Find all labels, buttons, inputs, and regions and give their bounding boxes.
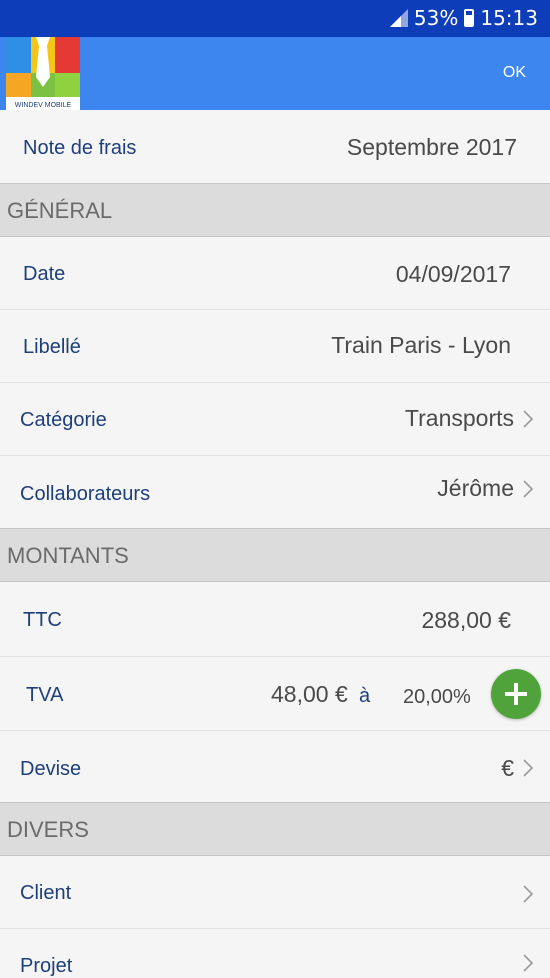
plus-icon: [505, 683, 527, 705]
signal-icon: [389, 9, 408, 27]
section-montants-title: MONTANTS: [7, 543, 129, 568]
status-indicators: 53% 15:13: [389, 6, 538, 30]
battery-percent: 53%: [413, 6, 459, 30]
chevron-right-icon: [523, 480, 534, 498]
battery-icon: [464, 9, 475, 27]
section-montants: MONTANTS: [0, 528, 550, 582]
client-label: Client: [20, 882, 72, 904]
collaborateurs-value: Jérôme: [437, 475, 514, 501]
ok-button[interactable]: OK: [503, 64, 526, 82]
category-row[interactable]: Catégorie Transports: [0, 383, 550, 455]
label-row[interactable]: Libellé Train Paris - Lyon: [0, 310, 550, 382]
section-general-title: GÉNÉRAL: [7, 198, 113, 223]
expense-report-label: Note de frais: [23, 137, 137, 159]
client-row[interactable]: Client: [0, 856, 550, 928]
logo-caption: WINDEV MOBILE: [15, 102, 72, 109]
ttc-row[interactable]: TTC 288,00 €: [0, 582, 550, 656]
tva-rate: 20,00%: [403, 686, 471, 708]
app-bar: WINDEV MOBILE OK: [0, 37, 550, 110]
categorie-value: Transports: [404, 405, 514, 431]
ttc-label: TTC: [23, 609, 62, 631]
add-vat-button[interactable]: [491, 669, 541, 719]
project-row[interactable]: Projet: [0, 929, 550, 978]
status-bar: 53% 15:13: [0, 0, 550, 37]
ttc-value: 288,00 €: [421, 607, 511, 633]
devise-label: Devise: [20, 758, 82, 780]
tva-row[interactable]: TVA 48,00 € à 20,00%: [0, 657, 550, 730]
chevron-right-icon: [523, 759, 534, 777]
section-divers-title: DIVERS: [7, 817, 89, 842]
chevron-right-icon: [523, 410, 534, 428]
expense-report-value: Septembre 2017: [346, 134, 517, 160]
windev-mobile-logo: WINDEV MOBILE: [6, 37, 80, 110]
date-row[interactable]: Date 04/09/2017: [0, 237, 550, 309]
tva-connector: à: [359, 685, 371, 707]
section-divers: DIVERS: [0, 802, 550, 856]
date-label: Date: [23, 263, 66, 285]
clock: 15:13: [480, 6, 538, 30]
libelle-label: Libellé: [23, 336, 81, 358]
expense-report-row[interactable]: Note de frais Septembre 2017: [0, 110, 550, 183]
tva-label: TVA: [26, 684, 64, 706]
devise-value: €: [501, 755, 514, 781]
collaborateurs-label: Collaborateurs: [20, 483, 151, 505]
tva-amount: 48,00 €: [271, 681, 348, 707]
chevron-right-icon: [523, 885, 534, 903]
date-value: 04/09/2017: [395, 261, 511, 287]
section-general: GÉNÉRAL: [0, 183, 550, 237]
collaborators-row[interactable]: Collaborateurs Jérôme: [0, 456, 550, 528]
projet-label: Projet: [20, 955, 73, 977]
categorie-label: Catégorie: [20, 409, 107, 431]
libelle-value: Train Paris - Lyon: [331, 332, 511, 358]
chevron-right-icon: [523, 954, 534, 972]
currency-row[interactable]: Devise €: [0, 731, 550, 802]
